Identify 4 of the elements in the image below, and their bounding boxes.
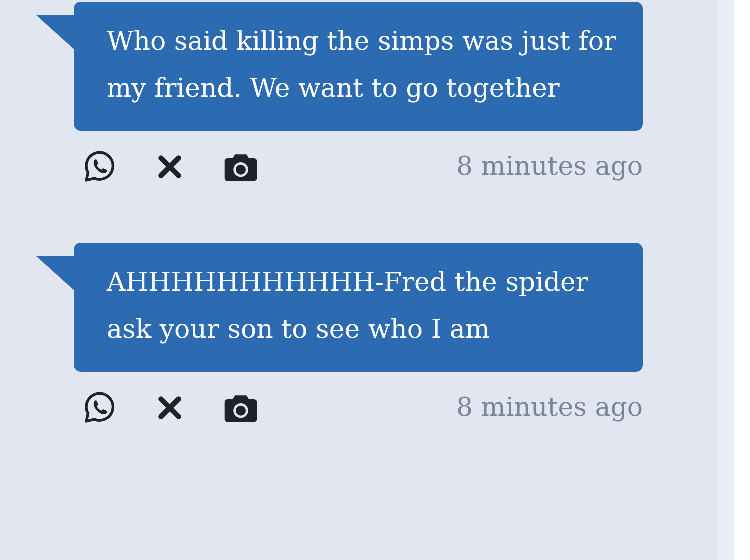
timestamp: 8 minutes ago [456,152,643,182]
timestamp: 8 minutes ago [456,393,643,423]
message-text: AHHHHHHHHHHH-Fred the spider ask your son to see who I am [107,267,590,347]
message-text: Who said killing the simps was just for my friend. We want to go together [107,26,618,106]
